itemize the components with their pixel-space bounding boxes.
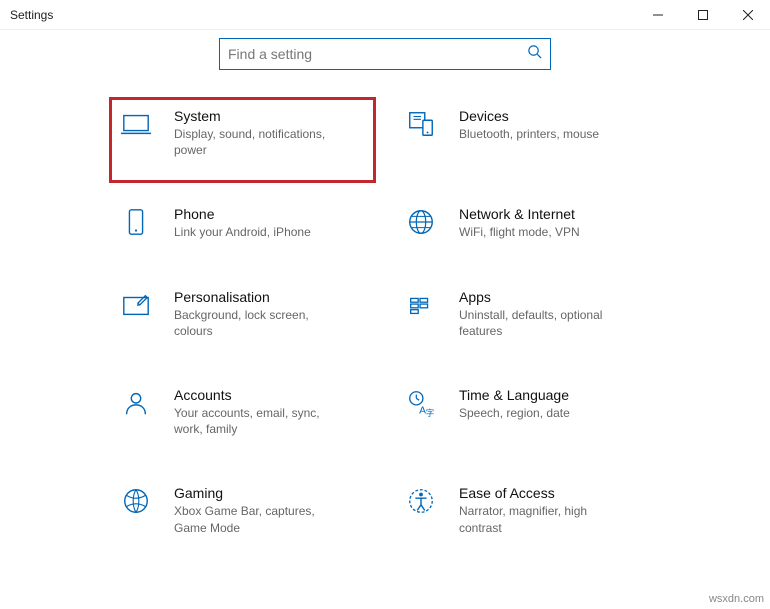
category-phone[interactable]: Phone Link your Android, iPhone (120, 206, 365, 240)
maximize-button[interactable] (680, 0, 725, 29)
category-title: Ease of Access (459, 485, 629, 501)
content-area: System Display, sound, notifications, po… (0, 38, 770, 556)
search-container (20, 38, 750, 70)
watermark: wsxdn.com (709, 593, 764, 605)
category-network[interactable]: Network & Internet WiFi, flight mode, VP… (405, 206, 650, 240)
category-title: System (174, 108, 344, 124)
category-devices[interactable]: Devices Bluetooth, printers, mouse (405, 108, 650, 158)
time-language-icon: A字 (405, 387, 437, 419)
category-desc: Background, lock screen, colours (174, 307, 344, 339)
search-box[interactable] (219, 38, 551, 70)
category-desc: Bluetooth, printers, mouse (459, 126, 599, 142)
personalisation-icon (120, 289, 152, 321)
apps-icon (405, 289, 437, 321)
close-icon (743, 10, 753, 20)
category-title: Accounts (174, 387, 344, 403)
category-personalisation[interactable]: Personalisation Background, lock screen,… (120, 289, 365, 339)
gaming-icon (120, 485, 152, 517)
category-title: Personalisation (174, 289, 344, 305)
maximize-icon (698, 10, 708, 20)
category-desc: Display, sound, notifications, power (174, 126, 344, 158)
category-accounts[interactable]: Accounts Your accounts, email, sync, wor… (120, 387, 365, 437)
category-title: Phone (174, 206, 311, 222)
categories-grid: System Display, sound, notifications, po… (20, 108, 750, 536)
category-apps[interactable]: Apps Uninstall, defaults, optional featu… (405, 289, 650, 339)
window-title: Settings (10, 8, 53, 22)
category-time-language[interactable]: A字 Time & Language Speech, region, date (405, 387, 650, 437)
search-input[interactable] (228, 46, 527, 62)
titlebar: Settings (0, 0, 770, 30)
category-title: Gaming (174, 485, 344, 501)
category-title: Apps (459, 289, 629, 305)
accounts-icon (120, 387, 152, 419)
category-gaming[interactable]: Gaming Xbox Game Bar, captures, Game Mod… (120, 485, 365, 535)
window-controls (635, 0, 770, 29)
category-ease-of-access[interactable]: Ease of Access Narrator, magnifier, high… (405, 485, 650, 535)
search-icon (527, 44, 542, 64)
category-desc: Link your Android, iPhone (174, 224, 311, 240)
category-title: Devices (459, 108, 599, 124)
category-title: Network & Internet (459, 206, 580, 222)
globe-icon (405, 206, 437, 238)
category-desc: Narrator, magnifier, high contrast (459, 503, 629, 535)
category-desc: Speech, region, date (459, 405, 570, 421)
ease-of-access-icon (405, 485, 437, 517)
category-desc: Uninstall, defaults, optional features (459, 307, 629, 339)
category-desc: Xbox Game Bar, captures, Game Mode (174, 503, 344, 535)
close-button[interactable] (725, 0, 770, 29)
category-desc: WiFi, flight mode, VPN (459, 224, 580, 240)
minimize-button[interactable] (635, 0, 680, 29)
svg-text:字: 字 (426, 408, 434, 418)
phone-icon (120, 206, 152, 238)
system-icon (120, 108, 152, 140)
category-system[interactable]: System Display, sound, notifications, po… (120, 108, 365, 172)
category-desc: Your accounts, email, sync, work, family (174, 405, 344, 437)
minimize-icon (653, 10, 663, 20)
category-title: Time & Language (459, 387, 570, 403)
devices-icon (405, 108, 437, 140)
